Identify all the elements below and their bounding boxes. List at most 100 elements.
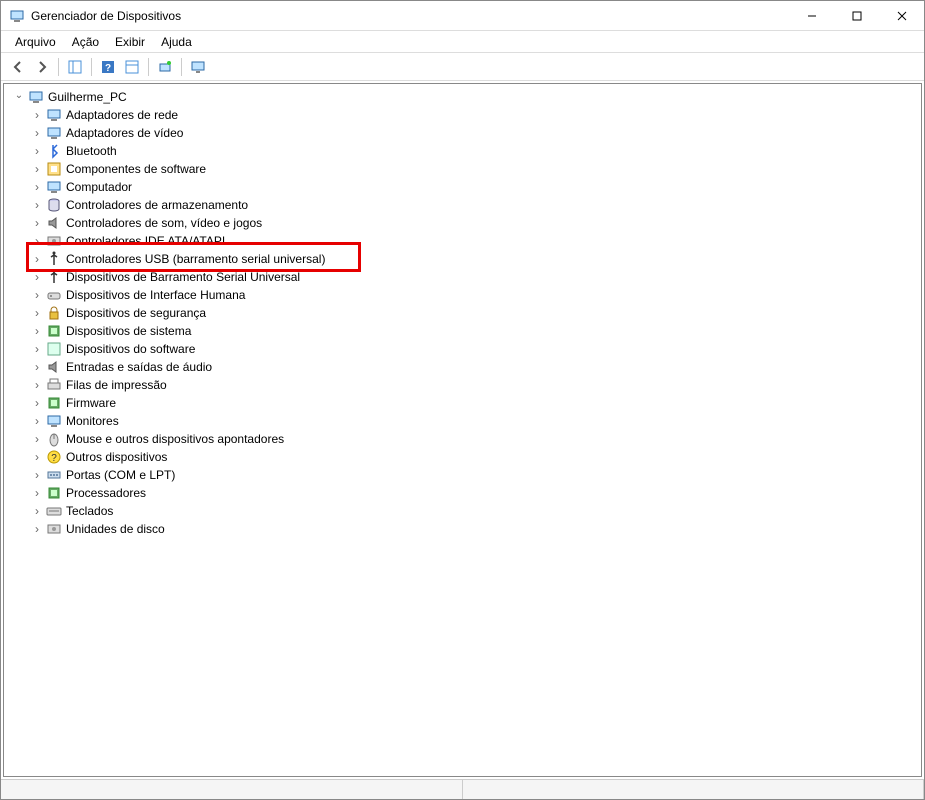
computador-icon: [46, 179, 62, 195]
firmware-icon: [46, 395, 62, 411]
chevron-right-icon[interactable]: [30, 432, 44, 446]
tree-node-adaptadores-rede[interactable]: Adaptadores de rede: [4, 106, 921, 124]
processadores-icon: [46, 485, 62, 501]
tree-node-label: Controladores de armazenamento: [66, 198, 248, 212]
properties-button[interactable]: [121, 56, 143, 78]
tree-node-label: Dispositivos de Interface Humana: [66, 288, 245, 302]
toolbar-separator: [91, 58, 92, 76]
tree-node-adaptadores-video[interactable]: Adaptadores de vídeo: [4, 124, 921, 142]
app-icon: [9, 8, 25, 24]
show-hide-tree-button[interactable]: [64, 56, 86, 78]
menu-arquivo[interactable]: Arquivo: [7, 33, 64, 51]
chevron-right-icon[interactable]: [30, 126, 44, 140]
tree-node-dispositivos-sistema[interactable]: Dispositivos de sistema: [4, 322, 921, 340]
chevron-right-icon[interactable]: [30, 270, 44, 284]
chevron-right-icon[interactable]: [30, 216, 44, 230]
controladores-ide-icon: [46, 233, 62, 249]
tree-node-unidades-disco[interactable]: Unidades de disco: [4, 520, 921, 538]
arrow-left-icon: [11, 60, 25, 74]
tree-node-dispositivos-software[interactable]: Dispositivos do software: [4, 340, 921, 358]
tree-node-label: Controladores IDE ATA/ATAPI: [66, 234, 225, 248]
tree-node-label: Mouse e outros dispositivos apontadores: [66, 432, 284, 446]
forward-button[interactable]: [31, 56, 53, 78]
toolbar-separator: [181, 58, 182, 76]
view-devices-button[interactable]: [187, 56, 209, 78]
tree-node-label: Entradas e saídas de áudio: [66, 360, 212, 374]
chevron-down-icon[interactable]: [12, 90, 26, 104]
chevron-right-icon[interactable]: [30, 414, 44, 428]
tree-node-controladores-armazenamento[interactable]: Controladores de armazenamento: [4, 196, 921, 214]
arrow-right-icon: [35, 60, 49, 74]
tree-node-portas[interactable]: Portas (COM e LPT): [4, 466, 921, 484]
tree-node-mouse[interactable]: Mouse e outros dispositivos apontadores: [4, 430, 921, 448]
window-title: Gerenciador de Dispositivos: [31, 9, 789, 23]
tree-node-processadores[interactable]: Processadores: [4, 484, 921, 502]
tree-node-filas-impressao[interactable]: Filas de impressão: [4, 376, 921, 394]
dispositivos-seguranca-icon: [46, 305, 62, 321]
tree-node-dispositivos-interface-humana[interactable]: Dispositivos de Interface Humana: [4, 286, 921, 304]
tree-node-label: Firmware: [66, 396, 116, 410]
tree-node-controladores-som[interactable]: Controladores de som, vídeo e jogos: [4, 214, 921, 232]
chevron-right-icon[interactable]: [30, 144, 44, 158]
dispositivos-barramento-icon: [46, 269, 62, 285]
chevron-right-icon[interactable]: [30, 450, 44, 464]
tree-node-monitores[interactable]: Monitores: [4, 412, 921, 430]
tree-node-label: Controladores de som, vídeo e jogos: [66, 216, 262, 230]
chevron-right-icon[interactable]: [30, 342, 44, 356]
monitores-icon: [46, 413, 62, 429]
unidades-disco-icon: [46, 521, 62, 537]
tree-node-dispositivos-seguranca[interactable]: Dispositivos de segurança: [4, 304, 921, 322]
tree-node-label: Dispositivos de segurança: [66, 306, 206, 320]
chevron-right-icon[interactable]: [30, 396, 44, 410]
tree-node-computador[interactable]: Computador: [4, 178, 921, 196]
chevron-right-icon[interactable]: [30, 162, 44, 176]
tree-node-label: Dispositivos de Barramento Serial Univer…: [66, 270, 300, 284]
tree-root-node[interactable]: Guilherme_PC: [4, 88, 921, 106]
componentes-software-icon: [46, 161, 62, 177]
dispositivos-sistema-icon: [46, 323, 62, 339]
chevron-right-icon[interactable]: [30, 306, 44, 320]
minimize-button[interactable]: [789, 1, 834, 30]
chevron-right-icon[interactable]: [30, 504, 44, 518]
device-tree[interactable]: Guilherme_PC Adaptadores de redeAdaptado…: [3, 83, 922, 777]
tree-node-teclados[interactable]: Teclados: [4, 502, 921, 520]
tree-node-bluetooth[interactable]: Bluetooth: [4, 142, 921, 160]
tree-node-entradas-saidas-audio[interactable]: Entradas e saídas de áudio: [4, 358, 921, 376]
chevron-right-icon[interactable]: [30, 378, 44, 392]
chevron-right-icon[interactable]: [30, 198, 44, 212]
tree-node-label: Unidades de disco: [66, 522, 165, 536]
tree-node-componentes-software[interactable]: Componentes de software: [4, 160, 921, 178]
tree-node-outros[interactable]: ?Outros dispositivos: [4, 448, 921, 466]
chevron-right-icon[interactable]: [30, 252, 44, 266]
help-icon: ?: [101, 60, 115, 74]
chevron-right-icon[interactable]: [30, 180, 44, 194]
chevron-right-icon[interactable]: [30, 360, 44, 374]
tree-node-label: Controladores USB (barramento serial uni…: [66, 252, 325, 266]
scan-hardware-button[interactable]: [154, 56, 176, 78]
menu-exibir[interactable]: Exibir: [107, 33, 153, 51]
close-button[interactable]: [879, 1, 924, 30]
menu-ajuda[interactable]: Ajuda: [153, 33, 200, 51]
tree-root-label: Guilherme_PC: [48, 90, 127, 104]
toolbar-separator: [148, 58, 149, 76]
chevron-right-icon[interactable]: [30, 324, 44, 338]
filas-impressao-icon: [46, 377, 62, 393]
dispositivos-software-icon: [46, 341, 62, 357]
tree-node-firmware[interactable]: Firmware: [4, 394, 921, 412]
chevron-right-icon[interactable]: [30, 108, 44, 122]
tree-node-controladores-ide[interactable]: Controladores IDE ATA/ATAPI: [4, 232, 921, 250]
svg-text:?: ?: [105, 63, 111, 74]
chevron-right-icon[interactable]: [30, 234, 44, 248]
toolbar: ?: [1, 53, 924, 81]
chevron-right-icon[interactable]: [30, 468, 44, 482]
tree-node-label: Dispositivos do software: [66, 342, 195, 356]
tree-node-dispositivos-barramento[interactable]: Dispositivos de Barramento Serial Univer…: [4, 268, 921, 286]
menu-acao[interactable]: Ação: [64, 33, 107, 51]
chevron-right-icon[interactable]: [30, 486, 44, 500]
chevron-right-icon[interactable]: [30, 288, 44, 302]
maximize-button[interactable]: [834, 1, 879, 30]
help-button[interactable]: ?: [97, 56, 119, 78]
tree-node-controladores-usb[interactable]: Controladores USB (barramento serial uni…: [4, 250, 921, 268]
back-button[interactable]: [7, 56, 29, 78]
chevron-right-icon[interactable]: [30, 522, 44, 536]
